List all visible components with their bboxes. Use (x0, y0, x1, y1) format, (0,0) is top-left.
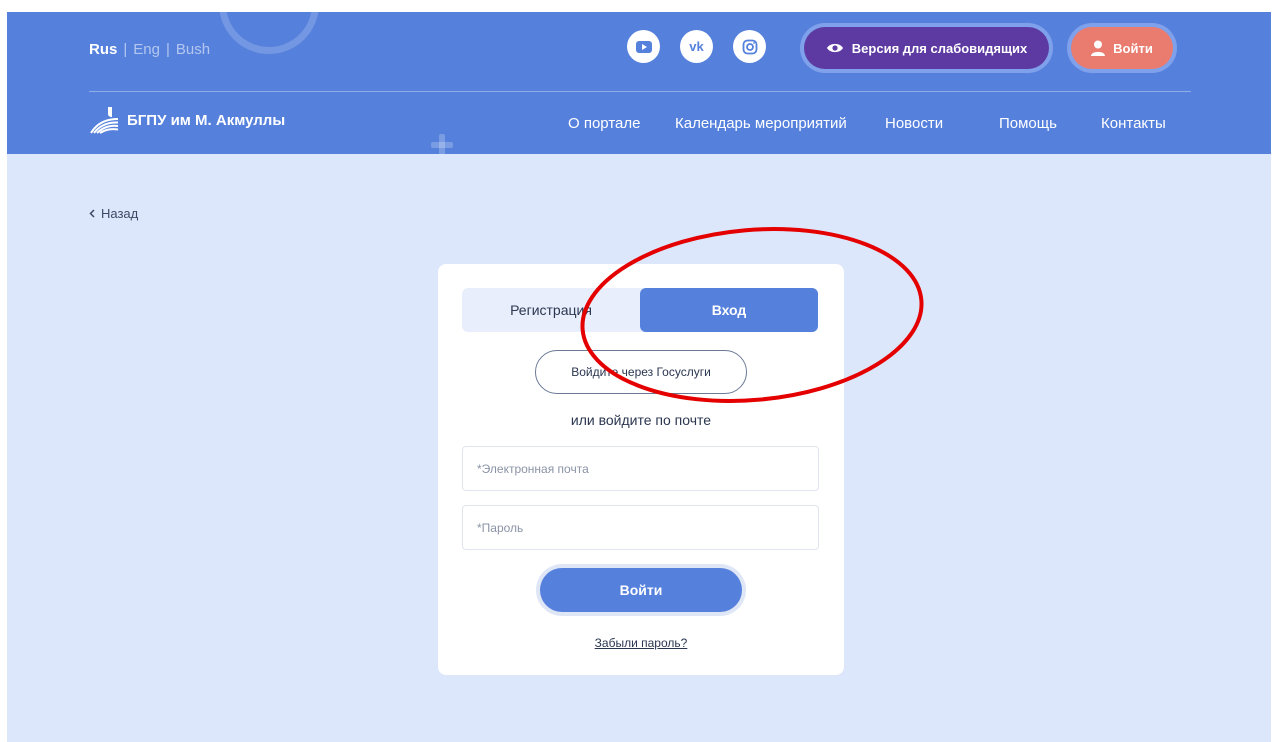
vk-icon: vk (689, 39, 704, 54)
nav-help[interactable]: Помощь (999, 115, 1057, 132)
nav-about[interactable]: О портале (568, 115, 640, 132)
logo-text: БГПУ им М. Акмуллы (127, 111, 286, 129)
header-login-button[interactable]: Войти (1067, 23, 1177, 73)
auth-card: Регистрация Вход Войдите через Госуслуги… (438, 264, 844, 675)
low-vision-label: Версия для слабовидящих (851, 40, 1028, 56)
user-icon (1091, 40, 1106, 56)
nav-news[interactable]: Новости (885, 115, 943, 132)
login-submit-label: Войти (540, 568, 742, 612)
page: Rus | Eng | Bush vk Версия для слабовидя… (7, 12, 1271, 742)
youtube-link[interactable] (627, 30, 660, 63)
password-field[interactable] (462, 505, 819, 550)
tab-registration[interactable]: Регистрация (462, 288, 640, 332)
email-field[interactable] (462, 446, 819, 491)
logo-icon (90, 107, 119, 134)
back-link[interactable]: Назад (89, 206, 138, 221)
nav-contacts[interactable]: Контакты (1101, 115, 1166, 132)
header-login-label: Войти (1113, 40, 1153, 56)
login-submit-button[interactable]: Войти (536, 564, 746, 616)
eye-icon (826, 43, 843, 53)
lang-rus[interactable]: Rus (89, 41, 117, 58)
lang-separator: | (165, 41, 170, 58)
decorative-plus-icon (431, 134, 453, 154)
lang-separator: | (123, 41, 128, 58)
auth-tabs: Регистрация Вход (462, 288, 818, 332)
chevron-left-icon (89, 209, 95, 218)
lang-eng[interactable]: Eng (133, 41, 160, 58)
decorative-circle (219, 12, 319, 54)
header-divider (89, 91, 1191, 92)
lang-bush[interactable]: Bush (176, 41, 210, 58)
tab-login[interactable]: Вход (640, 288, 818, 332)
login-by-email-text: или войдите по почте (570, 412, 712, 428)
instagram-link[interactable] (733, 30, 766, 63)
youtube-icon (635, 40, 652, 53)
vk-link[interactable]: vk (680, 30, 713, 63)
language-switcher: Rus | Eng | Bush (89, 41, 210, 58)
logo[interactable]: БГПУ им М. Акмуллы (89, 106, 285, 134)
nav-calendar[interactable]: Календарь мероприятий (675, 115, 847, 132)
back-label: Назад (101, 206, 139, 221)
gosuslugi-login-button[interactable]: Войдите через Госуслуги (535, 350, 747, 394)
low-vision-version-button[interactable]: Версия для слабовидящих (800, 23, 1053, 73)
forgot-password-link[interactable]: Забыли пароль? (438, 636, 844, 650)
instagram-icon (742, 39, 757, 54)
site-header: Rus | Eng | Bush vk Версия для слабовидя… (7, 12, 1271, 154)
